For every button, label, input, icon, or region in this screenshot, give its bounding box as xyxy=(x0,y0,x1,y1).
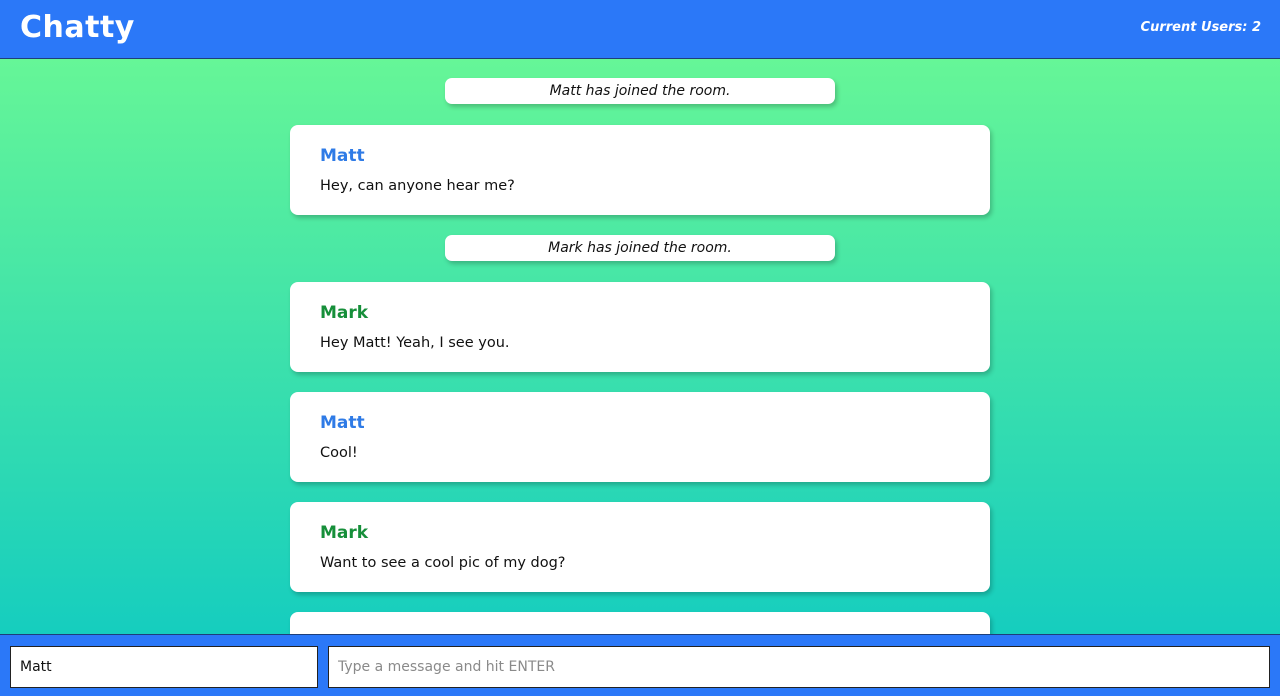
message-content: Hey, can anyone hear me? xyxy=(320,178,515,194)
chat-message: Mark Want to see a cool pic of my dog? xyxy=(290,502,990,592)
current-users-count: Current Users: 2 xyxy=(1140,19,1261,35)
navbar: Chatty Current Users: 2 xyxy=(0,0,1280,59)
message-username: Mark xyxy=(320,303,369,323)
message-username: Mark xyxy=(320,523,369,543)
system-notification: Mark has joined the room. xyxy=(445,235,835,261)
message-content: Hey Matt! Yeah, I see you. xyxy=(320,335,510,351)
app-title: Chatty xyxy=(20,9,135,45)
chat-message: Mark Hey Matt! Yeah, I see you. xyxy=(290,282,990,372)
message-username: Matt xyxy=(320,413,365,433)
message-content: Cool! xyxy=(320,445,358,461)
message-list[interactable]: Matt has joined the room. Matt Hey, can … xyxy=(0,59,1280,634)
message-content: Want to see a cool pic of my dog? xyxy=(320,555,566,571)
message-username: Matt xyxy=(320,146,365,166)
chatbar xyxy=(0,634,1280,696)
system-notification: Matt has joined the room. xyxy=(445,78,835,104)
chat-message: Matt Hey, can anyone hear me? xyxy=(290,125,990,215)
chat-message: Matt Cool! xyxy=(290,392,990,482)
chat-message xyxy=(290,612,990,634)
message-input[interactable] xyxy=(328,646,1270,688)
username-input[interactable] xyxy=(10,646,318,688)
